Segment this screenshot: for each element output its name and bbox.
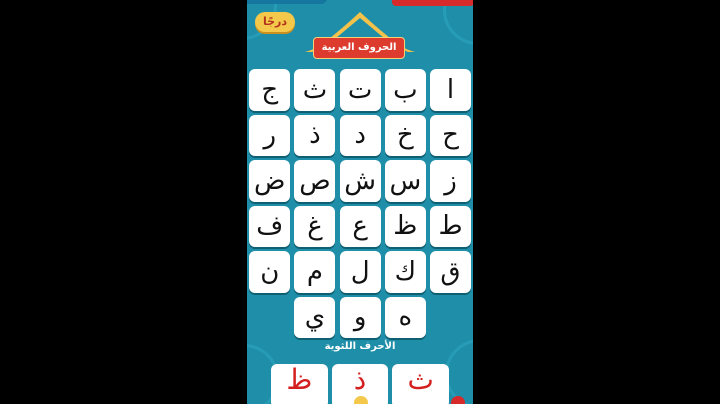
letter-card[interactable]: ب bbox=[384, 69, 426, 111]
letter-card[interactable]: ك bbox=[384, 251, 426, 293]
letter-card[interactable]: ش bbox=[339, 160, 381, 202]
letter-card[interactable]: ظ bbox=[384, 205, 426, 247]
letter-card[interactable]: ه bbox=[384, 296, 426, 338]
letter-card[interactable]: غ bbox=[294, 205, 336, 247]
letter-card[interactable]: ح bbox=[430, 114, 471, 156]
letter-card[interactable]: ل bbox=[339, 251, 381, 293]
letter-card[interactable]: ض bbox=[249, 160, 291, 202]
bottom-letter-card[interactable]: ظ bbox=[270, 364, 328, 404]
letter-card[interactable]: ط bbox=[430, 205, 471, 247]
letter-card[interactable]: ث bbox=[294, 69, 336, 111]
letter-card[interactable]: ز bbox=[430, 160, 471, 202]
letter-card[interactable]: ت bbox=[339, 69, 381, 111]
letter-card[interactable]: ص bbox=[294, 160, 336, 202]
bottom-letter-card[interactable]: ث bbox=[392, 364, 449, 404]
letter-card[interactable]: ف bbox=[249, 205, 291, 247]
nav-button-right[interactable] bbox=[451, 396, 465, 404]
letter-card[interactable]: م bbox=[294, 251, 336, 293]
letter-card[interactable]: س bbox=[384, 160, 426, 202]
letter-card[interactable]: ق bbox=[430, 251, 471, 293]
page-title: الحروف العربية bbox=[313, 37, 405, 59]
decor-ornament bbox=[443, 0, 473, 45]
letter-card[interactable]: ر bbox=[249, 114, 291, 156]
top-bar-red bbox=[392, 0, 473, 6]
top-bar-left bbox=[247, 0, 327, 4]
letter-card[interactable]: خ bbox=[384, 114, 426, 156]
section-label: الأحرف اللثوية bbox=[324, 341, 396, 352]
letter-card[interactable]: ذ bbox=[294, 114, 336, 156]
letter-card[interactable]: د bbox=[339, 114, 381, 156]
letter-card[interactable]: ع bbox=[339, 205, 381, 247]
letter-card[interactable]: ج bbox=[249, 69, 291, 111]
letter-card[interactable]: و bbox=[339, 296, 381, 338]
letter-card[interactable]: ي bbox=[294, 296, 336, 338]
back-button[interactable]: درجًا bbox=[255, 12, 296, 32]
letter-card[interactable]: ن bbox=[249, 251, 291, 293]
app-screen: درجًا الحروف العربية ابتثجحخدذرزسشصضطظعغ… bbox=[247, 0, 473, 404]
nav-button-left[interactable] bbox=[354, 396, 368, 404]
letters-grid: ابتثج حخدذر زسشصض طظعغف قكلمن هوي bbox=[249, 69, 471, 338]
letter-card[interactable]: ا bbox=[430, 69, 471, 111]
